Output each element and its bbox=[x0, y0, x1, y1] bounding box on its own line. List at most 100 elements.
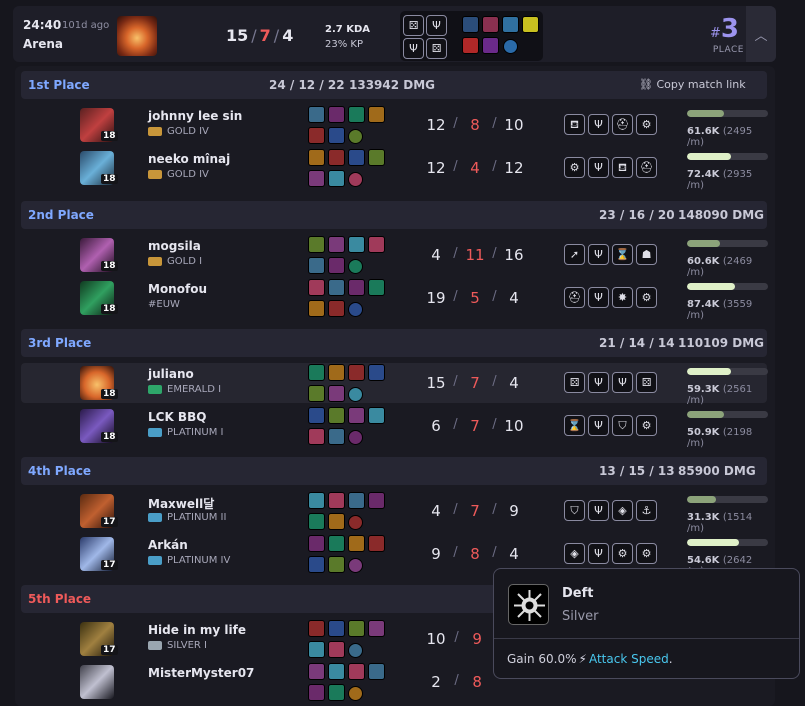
arrow-icon[interactable]: ➚ bbox=[564, 244, 585, 265]
item-icon[interactable] bbox=[348, 535, 365, 552]
item-icon[interactable] bbox=[308, 556, 325, 573]
item-icon[interactable] bbox=[308, 513, 325, 530]
player-name[interactable]: Maxwell달 bbox=[148, 495, 214, 512]
cauldron-icon[interactable]: ⛾ bbox=[564, 114, 585, 135]
item-icon[interactable] bbox=[328, 300, 345, 317]
item-icon[interactable] bbox=[308, 428, 325, 445]
diamond-icon[interactable]: ◈ bbox=[612, 500, 633, 521]
item-icon[interactable] bbox=[308, 106, 325, 123]
item-icon[interactable] bbox=[368, 535, 385, 552]
player-name[interactable]: Monofou bbox=[148, 282, 207, 296]
burst-icon[interactable]: ✸ bbox=[612, 287, 633, 308]
item-icon[interactable] bbox=[368, 149, 385, 166]
item-icon[interactable] bbox=[308, 535, 325, 552]
item-icon[interactable] bbox=[328, 407, 345, 424]
item-icon[interactable] bbox=[348, 302, 363, 317]
item-icon[interactable] bbox=[368, 407, 385, 424]
spikes-icon[interactable]: Ψ bbox=[588, 157, 609, 178]
item-icon[interactable] bbox=[328, 170, 345, 187]
gear-icon[interactable]: ⚙ bbox=[636, 543, 657, 564]
item-icon[interactable] bbox=[308, 407, 325, 424]
gear-icon[interactable]: ⚙ bbox=[636, 287, 657, 308]
item-icon[interactable] bbox=[348, 279, 365, 296]
item-icon[interactable] bbox=[348, 430, 363, 445]
item-icon[interactable] bbox=[348, 106, 365, 123]
item-icon[interactable] bbox=[368, 106, 385, 123]
shield-icon[interactable]: ⛉ bbox=[612, 415, 633, 436]
spikes-icon[interactable]: Ψ bbox=[588, 543, 609, 564]
item-icon[interactable] bbox=[328, 385, 345, 402]
item-icon[interactable] bbox=[348, 259, 363, 274]
spikes-icon[interactable]: Ψ bbox=[588, 244, 609, 265]
item-icon[interactable] bbox=[328, 127, 345, 144]
item-icon[interactable] bbox=[348, 686, 363, 701]
anchor-icon[interactable]: ⚓ bbox=[636, 500, 657, 521]
item-icon[interactable] bbox=[328, 620, 345, 637]
spikes-icon[interactable]: Ψ bbox=[612, 372, 633, 393]
item-icon[interactable] bbox=[368, 364, 385, 381]
item-icon[interactable] bbox=[348, 492, 365, 509]
item-icon[interactable] bbox=[328, 364, 345, 381]
gear-icon[interactable]: ⚙ bbox=[636, 415, 657, 436]
player-row[interactable]: 18 johnny lee sin GOLD IV 12 / 8 / 10 ⛾ Ψ ⛑ ⚙ 61.6K … bbox=[21, 105, 768, 148]
spikes-icon[interactable]: Ψ bbox=[588, 372, 609, 393]
item-icon[interactable] bbox=[328, 279, 345, 296]
item-icon[interactable] bbox=[328, 513, 345, 530]
item-icon[interactable] bbox=[348, 407, 365, 424]
item-icon[interactable] bbox=[308, 279, 325, 296]
item-icon[interactable] bbox=[308, 300, 325, 317]
item-icon[interactable] bbox=[368, 492, 385, 509]
item-icon[interactable] bbox=[328, 106, 345, 123]
item-icon[interactable] bbox=[328, 535, 345, 552]
spikes-icon[interactable]: Ψ bbox=[588, 287, 609, 308]
hourglass-icon[interactable]: ⌛ bbox=[612, 244, 633, 265]
item-icon[interactable] bbox=[308, 620, 325, 637]
item-icon[interactable] bbox=[328, 428, 345, 445]
helm-icon[interactable]: ⛑ bbox=[636, 157, 657, 178]
champion-portrait[interactable] bbox=[80, 665, 114, 699]
item-icon[interactable] bbox=[308, 684, 325, 701]
spikes-icon[interactable]: Ψ bbox=[588, 114, 609, 135]
item-icon[interactable] bbox=[308, 385, 325, 402]
item-icon[interactable] bbox=[328, 556, 345, 573]
diamond-icon[interactable]: ◈ bbox=[564, 543, 585, 564]
item-icon[interactable] bbox=[348, 129, 363, 144]
bear-icon[interactable]: ☗ bbox=[636, 244, 657, 265]
gear-icon[interactable]: ⚙ bbox=[636, 114, 657, 135]
helm-icon[interactable]: ⛑ bbox=[612, 114, 633, 135]
player-name[interactable]: neeko mînaj bbox=[148, 152, 230, 166]
player-row[interactable]: 17 Maxwell달 PLATINUM II 4 / 7 / 9 ⛉ Ψ ◈ ⚓ 31.3K (151… bbox=[21, 491, 768, 534]
player-name[interactable]: Hide in my life bbox=[148, 623, 246, 637]
item-icon[interactable] bbox=[308, 170, 325, 187]
item-icon[interactable] bbox=[348, 643, 363, 658]
item-icon[interactable] bbox=[348, 172, 363, 187]
dice-icon[interactable]: ⚄ bbox=[636, 372, 657, 393]
player-row[interactable]: 18 juliano EMERALD I 15/7/4 ⚄ Ψ Ψ ⚄ 59.3K (2561 … bbox=[21, 363, 768, 406]
item-icon[interactable] bbox=[368, 279, 385, 296]
item-icon[interactable] bbox=[328, 257, 345, 274]
item-icon[interactable] bbox=[348, 364, 365, 381]
dice-icon[interactable]: ⚄ bbox=[564, 372, 585, 393]
item-icon[interactable] bbox=[308, 257, 325, 274]
helm-icon[interactable]: ⛑ bbox=[564, 287, 585, 308]
spikes-icon[interactable]: Ψ bbox=[588, 415, 609, 436]
item-icon[interactable] bbox=[308, 236, 325, 253]
player-name[interactable]: LCK BBQ bbox=[148, 410, 206, 424]
item-icon[interactable] bbox=[308, 364, 325, 381]
item-icon[interactable] bbox=[328, 684, 345, 701]
item-icon[interactable] bbox=[308, 492, 325, 509]
collapse-toggle[interactable]: ︿ bbox=[746, 6, 776, 62]
item-icon[interactable] bbox=[328, 641, 345, 658]
item-icon[interactable] bbox=[328, 236, 345, 253]
item-icon[interactable] bbox=[328, 663, 345, 680]
player-row[interactable]: 18 Monofou #EUW 19 / 5 / 4 ⛑ Ψ ✸ ⚙ 87.4K (3559 /m) bbox=[21, 278, 768, 321]
item-icon[interactable] bbox=[348, 620, 365, 637]
hourglass-icon[interactable]: ⌛ bbox=[564, 415, 585, 436]
item-icon[interactable] bbox=[368, 663, 385, 680]
player-name[interactable]: mogsila bbox=[148, 239, 201, 253]
item-icon[interactable] bbox=[308, 149, 325, 166]
item-icon[interactable] bbox=[308, 641, 325, 658]
shield-icon[interactable]: ⛉ bbox=[564, 500, 585, 521]
item-icon[interactable] bbox=[368, 620, 385, 637]
player-row[interactable]: 18 mogsila GOLD I 4 / 11 / 16 ➚ Ψ ⌛ ☗ 60.6K (2469 /m… bbox=[21, 235, 768, 278]
